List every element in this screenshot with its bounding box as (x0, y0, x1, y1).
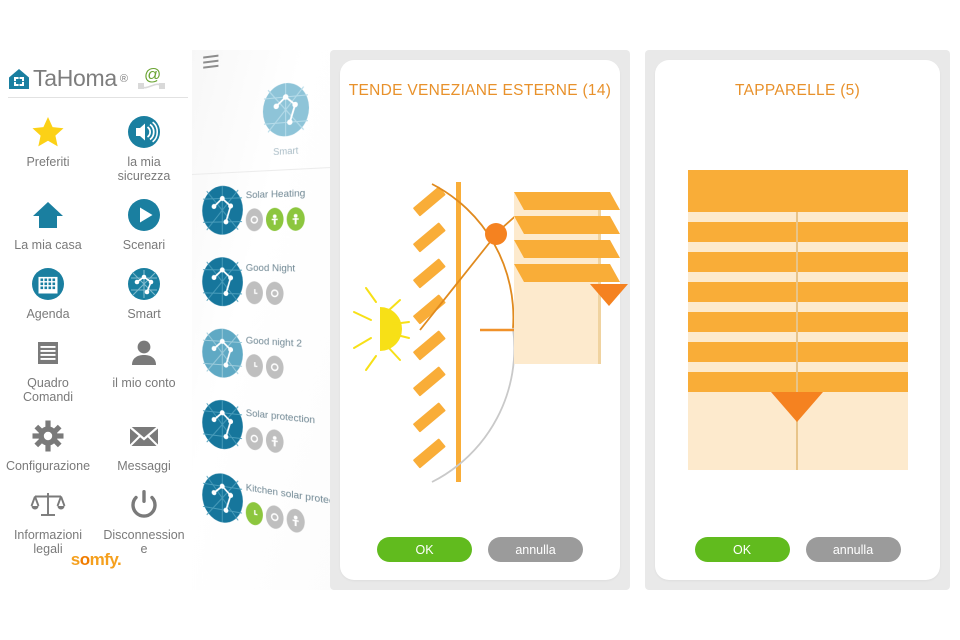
scenario-row-1[interactable]: Good Night (201, 256, 332, 334)
envelope-icon (124, 416, 164, 456)
scenario-header-label: Smart (273, 145, 299, 158)
sidebar-item-label: la mia sicurezza (117, 155, 171, 183)
venetian-blinds-card: TENDE VENEZIANE ESTERNE (14) OK annulla (340, 60, 628, 580)
scenario-badges (245, 281, 284, 306)
scenario-row-4[interactable]: Kitchen solar protection (201, 469, 332, 567)
sidebar-item-disconnessione[interactable]: Disconnessione (96, 481, 192, 558)
scenario-badges (245, 207, 305, 232)
card-actions: OK annulla (340, 537, 620, 562)
somfy-logo: somfy. (0, 550, 192, 570)
ok-button[interactable]: OK (377, 537, 472, 562)
speaker-alarm-icon (124, 112, 164, 152)
cancel-button[interactable]: annulla (488, 537, 583, 562)
brand-header: TaHoma ® @ (8, 60, 188, 98)
badge-clock-icon (245, 281, 263, 305)
sidebar-item-scenari[interactable]: Scenari (96, 191, 192, 254)
somfy-logo-post: mfy. (89, 550, 122, 569)
page-title: TAPPARELLE (5) (734, 82, 861, 99)
scenario-panel: Smart Solar Heating Good Night Good nigh… (192, 50, 332, 590)
power-icon (124, 485, 164, 525)
sidebar-item-configurazione[interactable]: Configurazione (0, 412, 96, 475)
svg-text:@: @ (144, 65, 161, 84)
sidebar-nav: Preferiti la mia sicurezza La mia casa S… (0, 108, 192, 558)
badge-sun-icon (245, 208, 263, 232)
badge-clock-icon (245, 353, 263, 378)
somfy-logo-pre: s (70, 550, 80, 569)
scenario-badges (245, 500, 305, 535)
sidebar-item-label: Agenda (26, 307, 70, 321)
page-title: TENDE VENEZIANE ESTERNE (14) (348, 82, 612, 99)
smart-network-icon (201, 469, 243, 532)
sidebar-item-label: La mia casa (14, 238, 82, 252)
sidebar-item-agenda[interactable]: Agenda (0, 260, 96, 323)
smart-network-icon (124, 264, 164, 304)
badge-sun-icon (265, 281, 284, 306)
smart-network-icon (201, 256, 243, 313)
sidebar-item-label: Quadro Comandi (22, 376, 74, 404)
badge-person-icon (286, 207, 305, 231)
calendar-icon (28, 264, 68, 304)
scenario-badges (245, 353, 284, 380)
user-account-icon (124, 333, 164, 373)
scenario-name: Solar Heating (245, 187, 306, 202)
app-window: TaHoma ® @ Preferiti la mia sicurezza La… (0, 0, 960, 640)
sidebar-item-label: Preferiti (26, 155, 70, 169)
sidebar-item-informazioni-legali[interactable]: Informazioni legali (0, 481, 96, 558)
brand-registered: ® (119, 72, 128, 85)
sidebar-item-label: Scenari (122, 238, 166, 252)
badge-person-icon (286, 507, 305, 535)
venetian-blinds-panel: TENDE VENEZIANE ESTERNE (14) OK annulla (330, 50, 630, 590)
badge-person-icon (265, 428, 284, 454)
sidebar-item-la-mia-sicurezza[interactable]: la mia sicurezza (96, 108, 192, 185)
roller-shutter-card: TAPPARELLE (5) OK annulla (655, 60, 940, 580)
smart-network-icon (201, 184, 243, 241)
scenario-name: Good Night (245, 262, 296, 275)
roller-shutter-icon (655, 170, 940, 500)
smart-network-icon (262, 122, 310, 144)
sidebar-item-label: Smart (127, 307, 161, 321)
badge-person-icon (265, 207, 284, 232)
sidebar-item-preferiti[interactable]: Preferiti (0, 108, 96, 185)
badge-sun-icon (245, 426, 263, 452)
card-actions: OK annulla (655, 537, 940, 562)
house-icon (28, 195, 68, 235)
somfy-logo-o: o (79, 550, 90, 569)
smart-network-icon (201, 397, 243, 458)
scales-icon (28, 485, 68, 525)
sidebar-item-quadro-comandi[interactable]: Quadro Comandi (0, 329, 96, 406)
scenario-row-0[interactable]: Solar Heating (201, 179, 332, 256)
scenario-panel-header: Smart (242, 77, 332, 169)
scenario-name: Good night 2 (245, 334, 302, 350)
sidebar-item-label: Messaggi (117, 459, 171, 473)
sidebar-item-label: Configurazione (5, 459, 91, 473)
ok-button[interactable]: OK (694, 537, 790, 562)
smart-network-icon (201, 326, 243, 385)
house-icon (8, 68, 30, 90)
control-panel-icon (28, 333, 68, 373)
play-icon (124, 195, 164, 235)
badge-sun-icon (265, 504, 284, 531)
scenario-badges (245, 426, 284, 454)
sidebar-item-la-mia-casa[interactable]: La mia casa (0, 191, 96, 254)
sidebar-item-label: il mio conto (112, 376, 176, 390)
at-network-icon: @ (135, 65, 169, 93)
scenario-name: Solar protection (245, 407, 316, 427)
star-icon (28, 112, 68, 152)
badge-sun-icon (265, 355, 284, 380)
roller-shutter-panel: TAPPARELLE (5) OK annulla (645, 50, 950, 590)
badge-clock-icon (245, 500, 263, 527)
gear-icon (28, 416, 68, 456)
sidebar: TaHoma ® @ Preferiti la mia sicurezza La… (0, 50, 192, 590)
sidebar-item-messaggi[interactable]: Messaggi (96, 412, 192, 475)
cancel-button[interactable]: annulla (805, 537, 901, 562)
sidebar-item-smart[interactable]: Smart (96, 260, 192, 323)
venetian-blind-graphic (510, 188, 630, 368)
brand-name: TaHoma (33, 65, 117, 91)
hamburger-icon[interactable] (203, 54, 219, 72)
sidebar-item-il-mio-conto[interactable]: il mio conto (96, 329, 192, 406)
